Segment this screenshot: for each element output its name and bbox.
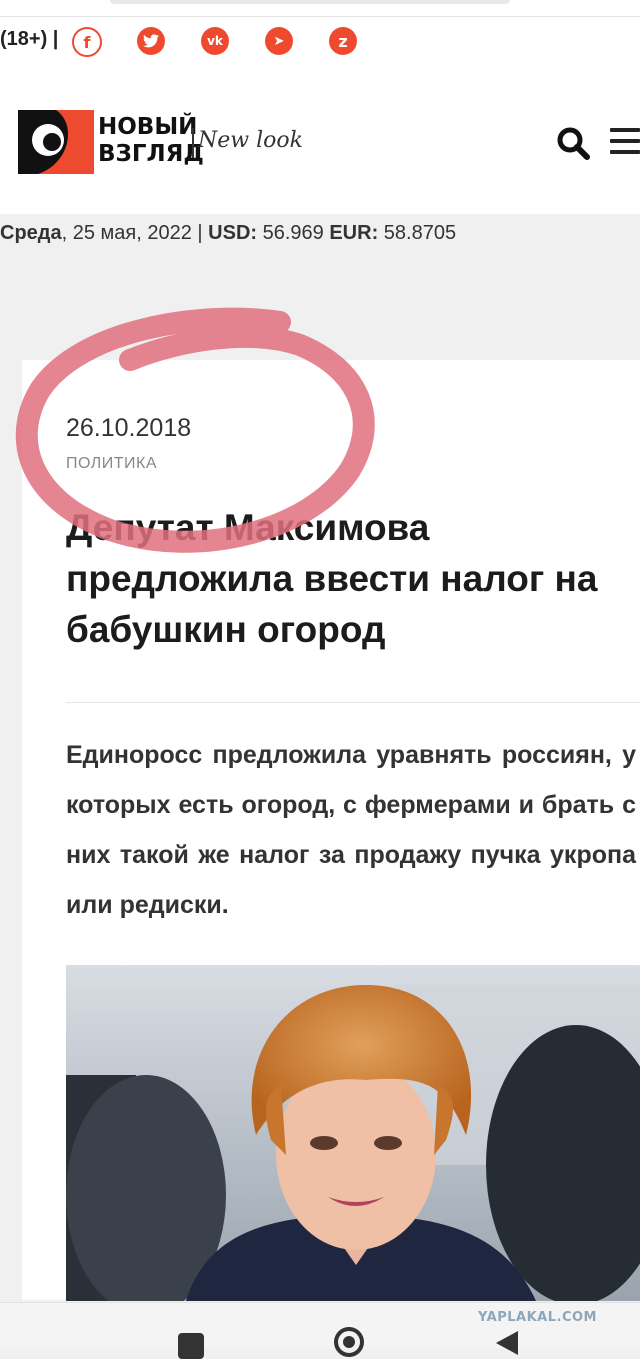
current-date: , 25 мая, 2022 | [61, 222, 209, 244]
facebook-icon[interactable]: f [72, 27, 102, 57]
usd-rate: 56.969 [257, 222, 330, 244]
hamburger-menu-icon[interactable] [610, 128, 640, 158]
twitter-icon[interactable] [137, 27, 165, 55]
recent-apps-icon[interactable] [178, 1333, 204, 1359]
divider [0, 16, 640, 17]
logo-wordmark[interactable]: НОВЫЙ ВЗГЛЯД [98, 114, 204, 168]
zen-icon[interactable]: z [329, 27, 357, 55]
watermark: YAPLAKAL.COM [478, 1310, 597, 1325]
eur-label: EUR: [329, 222, 379, 244]
logo-tagline: New look [198, 128, 303, 153]
article-title: Депутат Максимова предложила ввести нало… [66, 507, 598, 650]
logo-separator [192, 128, 194, 158]
browser-url-bar-edge [110, 0, 510, 4]
telegram-icon[interactable]: ➤ [265, 27, 293, 55]
article-photo [66, 965, 640, 1301]
top-social-bar: (18+) | f vk ➤ z [0, 0, 640, 70]
site-header: НОВЫЙ ВЗГЛЯД New look [0, 70, 640, 214]
back-icon[interactable] [496, 1331, 518, 1355]
age-rating: (18+) | [0, 28, 59, 50]
weekday: Среда [0, 222, 62, 244]
article-category[interactable]: ПОЛИТИКА [66, 455, 157, 473]
article-lead: Единоросс предложила уравнять россиян, у… [66, 741, 636, 919]
eur-rate: 58.8705 [378, 222, 457, 244]
home-icon[interactable] [334, 1327, 364, 1357]
date-currency-line: Среда, 25 мая, 2022 | USD: 56.969 EUR: 5… [0, 222, 456, 245]
vk-icon[interactable]: vk [201, 27, 229, 55]
usd-label: USD: [208, 222, 258, 244]
logo-line-2: ВЗГЛЯД [98, 141, 204, 167]
logo-icon[interactable] [18, 110, 94, 174]
article-date: 26.10.2018 [66, 414, 192, 442]
logo-line-1: НОВЫЙ [98, 114, 198, 140]
divider [66, 702, 640, 703]
search-icon[interactable] [556, 126, 590, 160]
